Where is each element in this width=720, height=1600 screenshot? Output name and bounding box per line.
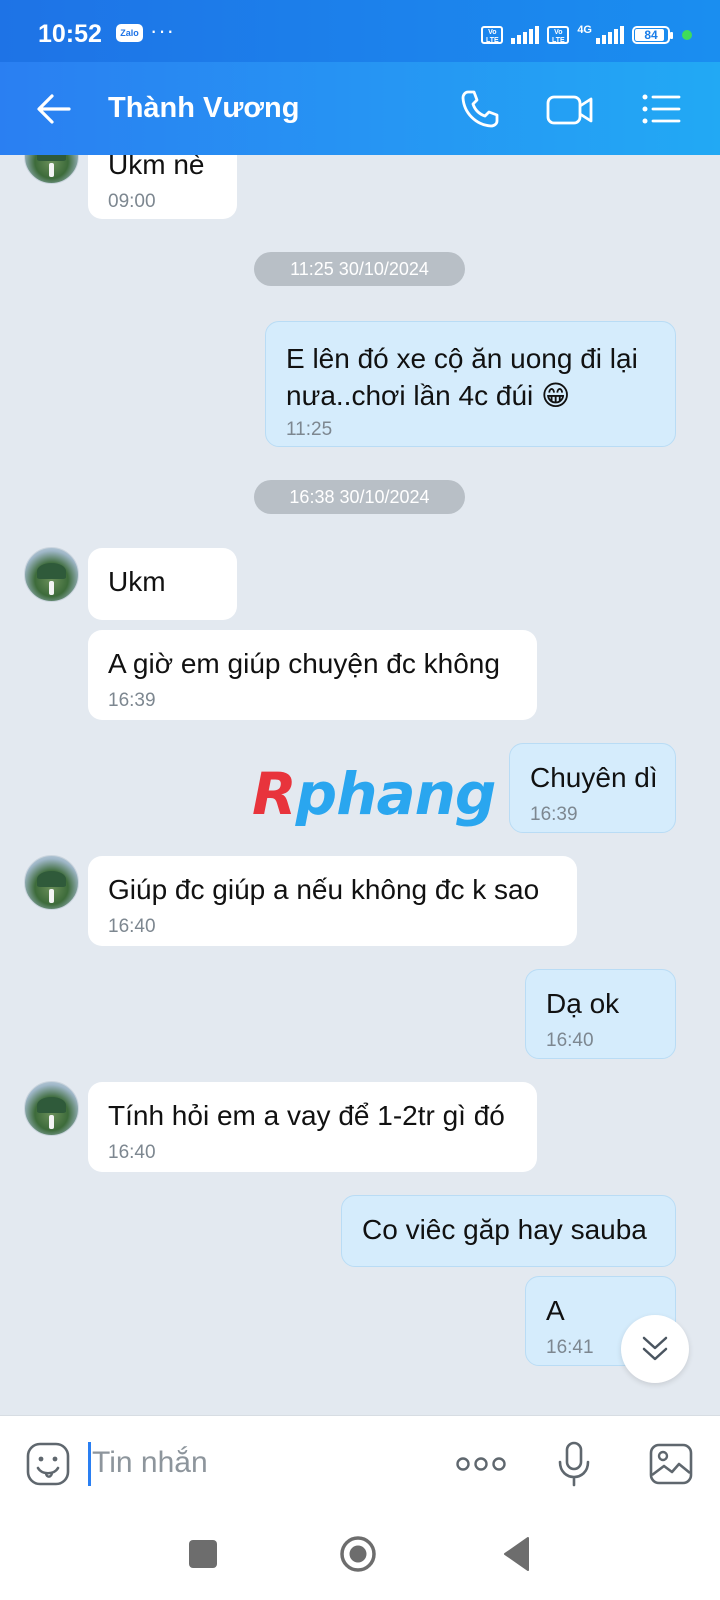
privacy-indicator-dot — [682, 30, 692, 40]
volte-icon: Vo LTE — [481, 26, 504, 44]
zalo-notification-icon: Zalo — [116, 24, 143, 42]
signal-icon — [511, 26, 540, 44]
outgoing-message[interactable]: Co viêc găp hay sauba — [341, 1195, 676, 1267]
outgoing-message[interactable]: Chuyên dì 16:39 — [509, 743, 676, 833]
recent-apps-button[interactable] — [189, 1540, 217, 1568]
incoming-message[interactable]: A giờ em giúp chuyện đc không 16:39 — [88, 630, 537, 720]
avatar[interactable] — [24, 855, 79, 910]
avatar[interactable] — [24, 547, 79, 602]
video-icon[interactable] — [546, 88, 594, 130]
message-list[interactable]: Ukm nè 09:00 11:25 30/10/2024 E lên đó x… — [0, 155, 720, 1415]
list-icon[interactable] — [640, 88, 682, 130]
composer-bar: Tin nhắn — [0, 1415, 720, 1516]
battery-level: 84 — [644, 28, 658, 42]
avatar[interactable] — [24, 1081, 79, 1136]
status-indicators: Vo LTE Vo LTE 4G 84 — [481, 24, 692, 46]
system-nav-bar — [0, 1515, 720, 1600]
status-bar: 10:52 Zalo ··· Vo LTE Vo LTE 4G 84 — [0, 0, 720, 62]
double-chevron-down-icon — [642, 1336, 668, 1361]
message-input[interactable]: Tin nhắn — [92, 1446, 208, 1480]
contact-name[interactable]: Thành Vương — [108, 92, 299, 125]
more-notifications-icon: ··· — [150, 18, 175, 43]
incoming-message[interactable]: Giúp đc giúp a nếu không đc k sao 16:40 — [88, 856, 577, 946]
scroll-to-bottom-button[interactable] — [621, 1315, 689, 1383]
home-button-icon[interactable] — [339, 1535, 377, 1573]
more-options-icon[interactable] — [455, 1452, 507, 1476]
back-button-icon[interactable] — [500, 1535, 532, 1573]
avatar[interactable] — [24, 155, 79, 184]
microphone-icon[interactable] — [556, 1440, 592, 1488]
incoming-message[interactable]: Ukm — [88, 548, 237, 620]
outgoing-message[interactable]: E lên đó xe cộ ăn uong đi lại nưa..chơi … — [265, 321, 676, 447]
arrow-left-icon[interactable] — [36, 91, 72, 127]
incoming-message[interactable]: Tính hỏi em a vay để 1-2tr gì đó 16:40 — [88, 1082, 537, 1172]
network-type-label: 4G — [577, 24, 592, 36]
image-gallery-icon[interactable] — [648, 1442, 694, 1486]
battery-icon: 84 — [632, 26, 673, 44]
signal-icon-2 — [596, 26, 624, 44]
watermark-logo: Rphang — [252, 760, 496, 828]
phone-icon[interactable] — [459, 88, 501, 130]
chat-header: Thành Vương — [0, 62, 720, 155]
status-time: 10:52 — [38, 20, 102, 48]
date-divider: 16:38 30/10/2024 — [254, 480, 465, 514]
volte-icon-2: Vo LTE — [547, 26, 570, 44]
incoming-message[interactable]: Ukm nè 09:00 — [88, 155, 237, 219]
emoji-sticker-icon[interactable] — [25, 1441, 71, 1487]
date-divider: 11:25 30/10/2024 — [254, 252, 465, 286]
text-cursor — [88, 1442, 91, 1486]
outgoing-message[interactable]: Dạ ok 16:40 — [525, 969, 676, 1059]
